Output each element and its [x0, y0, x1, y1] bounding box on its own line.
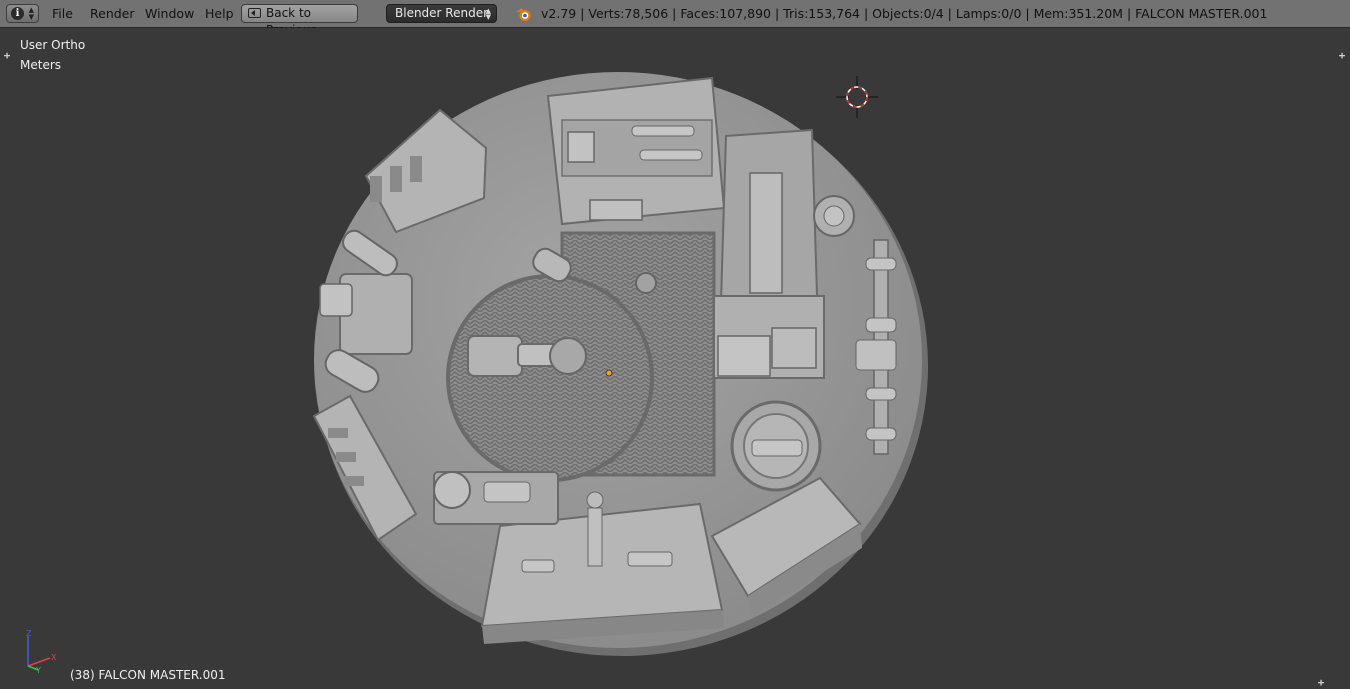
axis-z-label: Z — [26, 629, 32, 638]
axis-orientation-widget: Z Y X — [26, 629, 57, 674]
render-engine-select[interactable]: Blender Render ▲ ▼ — [386, 4, 497, 23]
info-icon: i — [11, 7, 24, 20]
3d-cursor-icon — [836, 76, 878, 118]
region-expand-bottom-icon[interactable]: + — [1316, 677, 1326, 688]
editor-type-selector[interactable]: i ▲ ▼ — [6, 4, 39, 23]
region-expand-left-icon[interactable]: + — [2, 50, 12, 61]
blender-logo-icon — [516, 8, 531, 21]
dropdown-arrows-icon: ▲ ▼ — [485, 7, 491, 21]
axis-x-label: X — [51, 653, 57, 662]
back-screen-icon — [248, 8, 261, 18]
menu-file[interactable]: File — [52, 6, 73, 21]
3d-viewport[interactable]: User Ortho Meters + + + Z Y X (38) FALCO… — [0, 28, 1350, 689]
units-label: Meters — [20, 58, 62, 72]
object-origin-dot — [605, 369, 613, 377]
info-header: i ▲▼ File Render Window Help Back to Pre… — [0, 0, 1350, 37]
axis-y-label: Y — [35, 666, 41, 674]
region-expand-right-icon[interactable]: + — [1337, 50, 1347, 61]
back-to-previous-button[interactable]: Back to Previous — [241, 4, 358, 37]
scene-statistics: v2.79 | Verts:78,506 | Faces:107,890 | T… — [541, 6, 1268, 21]
render-engine-value: Blender Render — [395, 6, 489, 20]
falcon-master-model[interactable] — [300, 48, 940, 673]
up-down-arrows-icon: ▲ ▼ — [28, 6, 34, 21]
menu-window[interactable]: Window — [145, 6, 194, 21]
menu-help[interactable]: Help — [205, 6, 234, 21]
active-object-label: (38) FALCON MASTER.001 — [70, 668, 226, 682]
menu-render[interactable]: Render — [90, 6, 135, 21]
view-mode-label: User Ortho — [20, 38, 86, 52]
